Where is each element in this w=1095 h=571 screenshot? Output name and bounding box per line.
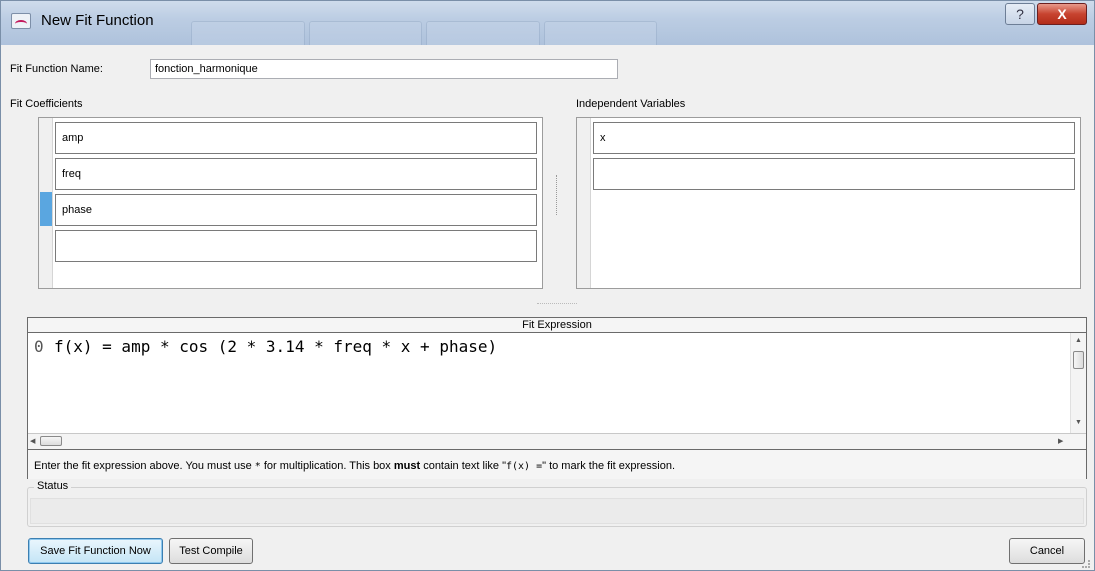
horizontal-scrollbar[interactable]: ◀ ▶	[28, 434, 1070, 449]
window-title: New Fit Function	[41, 12, 154, 29]
help-button[interactable]: ?	[1005, 3, 1035, 25]
fit-expression-hint: Enter the fit expression above. You must…	[28, 449, 1086, 479]
fit-coefficients-label: Fit Coefficients	[10, 98, 83, 110]
test-compile-button[interactable]: Test Compile	[169, 538, 253, 564]
fit-function-name-input[interactable]	[150, 59, 618, 79]
scroll-thumb[interactable]	[1073, 351, 1084, 369]
line-number: 0	[34, 337, 44, 356]
variable-cell[interactable]	[593, 158, 1075, 190]
coefficient-cell[interactable]	[55, 230, 537, 262]
fit-coefficients-list: amp freq phase	[38, 117, 543, 289]
cancel-button[interactable]: Cancel	[1009, 538, 1085, 564]
independent-variables-label: Independent Variables	[576, 98, 686, 110]
scroll-down-icon[interactable]: ▼	[1075, 419, 1082, 426]
scroll-left-icon[interactable]: ◀	[30, 437, 35, 445]
status-label: Status	[34, 480, 72, 492]
app-icon	[11, 13, 31, 29]
scroll-up-icon[interactable]: ▲	[1075, 337, 1082, 344]
independent-variables-list: x	[576, 117, 1081, 289]
status-group: Status	[27, 480, 1087, 527]
vertical-splitter[interactable]	[556, 175, 558, 215]
dialog-window: New Fit Function ? X Fit Function Name: …	[0, 0, 1095, 571]
save-fit-function-button[interactable]: Save Fit Function Now	[28, 538, 163, 564]
vertical-scrollbar[interactable]: ▲ ▼	[1070, 333, 1086, 433]
variable-cell[interactable]: x	[593, 122, 1075, 154]
fit-expression-panel: Fit Expression 0 f(x) = amp * cos (2 * 3…	[27, 317, 1087, 479]
horizontal-splitter[interactable]	[537, 303, 577, 305]
close-button[interactable]: X	[1037, 3, 1087, 25]
row-header-gutter	[577, 118, 591, 288]
scroll-right-icon[interactable]: ▶	[1058, 437, 1063, 445]
row-header-gutter	[39, 118, 53, 288]
fit-expression-editor[interactable]: 0 f(x) = amp * cos (2 * 3.14 * freq * x …	[28, 333, 1086, 434]
fit-function-name-label: Fit Function Name:	[10, 63, 103, 75]
coefficient-cell[interactable]: phase	[55, 194, 537, 226]
fit-expression-header: Fit Expression	[28, 318, 1086, 333]
dialog-content: Fit Function Name: Fit Coefficients amp …	[7, 45, 1092, 570]
background-window-tabs	[191, 21, 661, 45]
fit-expression-code[interactable]: f(x) = amp * cos (2 * 3.14 * freq * x + …	[54, 337, 497, 356]
coefficient-cell[interactable]: amp	[55, 122, 537, 154]
selected-row-marker	[40, 192, 52, 226]
status-text	[30, 498, 1084, 524]
resize-grip-icon[interactable]	[1082, 560, 1090, 568]
title-bar[interactable]: New Fit Function ? X	[1, 1, 1094, 45]
coefficient-cell[interactable]: freq	[55, 158, 537, 190]
scroll-thumb[interactable]	[40, 436, 62, 446]
